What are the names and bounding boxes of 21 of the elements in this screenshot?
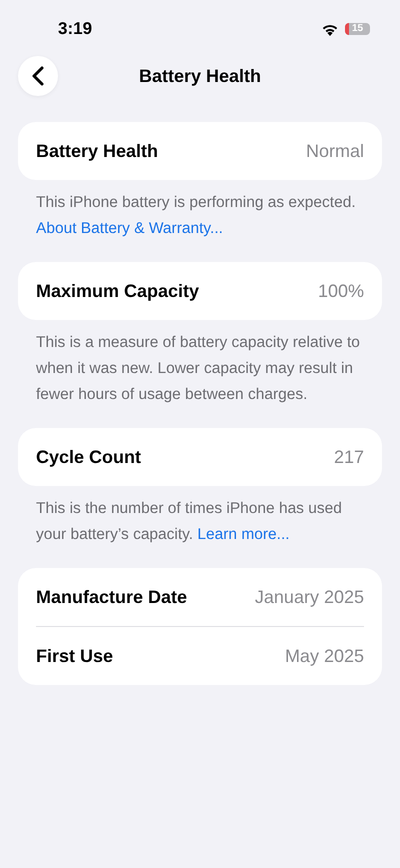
footer-note: This is a measure of battery capacity relative to when it was new. Lower capacity may result in fewer hours of usage between charges. bbox=[36, 333, 361, 405]
row-value: Normal bbox=[306, 140, 364, 162]
page-title: Battery Health bbox=[138, 66, 262, 86]
footer-note: This is the number of times iPhone has used your battery’s capacity. Learn more... bbox=[36, 499, 343, 545]
row-label: Battery Health bbox=[36, 140, 158, 162]
wifi-icon bbox=[321, 22, 339, 36]
row-label: Manufacture Date bbox=[36, 586, 188, 608]
row-label: Maximum Capacity bbox=[36, 280, 200, 302]
row-value: January 2025 bbox=[254, 586, 364, 608]
row-value: May 2025 bbox=[284, 646, 364, 666]
status-time: 3:19 bbox=[58, 19, 92, 39]
row-value: 100% bbox=[318, 280, 364, 302]
footer-link[interactable]: Learn more... bbox=[197, 526, 290, 543]
footer-link[interactable]: About Battery & Warranty... bbox=[36, 220, 223, 237]
row-label: First Use bbox=[36, 646, 114, 666]
back-button[interactable] bbox=[18, 56, 58, 96]
row-label: Cycle Count bbox=[36, 446, 142, 468]
footer-note: This iPhone battery is performing as expected. About Battery & Warranty... bbox=[36, 193, 357, 239]
battery-percent: 15 bbox=[352, 24, 364, 34]
back-chevron-icon bbox=[32, 66, 44, 86]
row-value: 217 bbox=[334, 446, 364, 468]
